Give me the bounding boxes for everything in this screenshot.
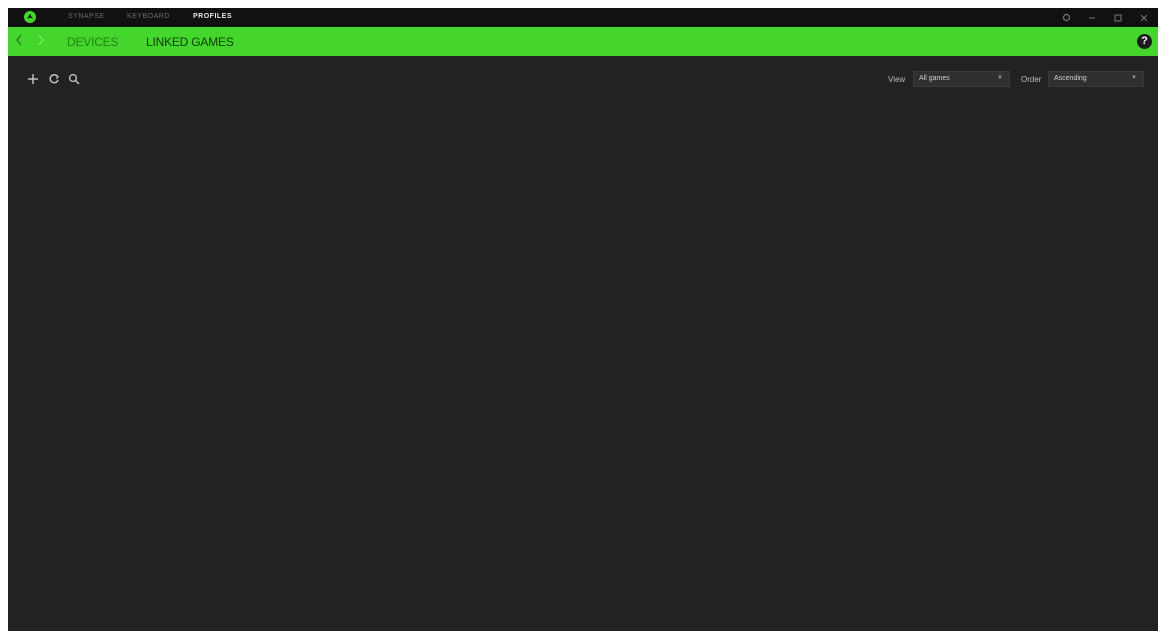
tab-linked-games[interactable]: LINKED GAMES <box>146 35 234 49</box>
view-dropdown-value: All games <box>919 75 950 82</box>
settings-icon[interactable] <box>1059 11 1073 24</box>
add-icon[interactable] <box>27 72 41 86</box>
razer-logo-icon[interactable] <box>24 11 36 23</box>
maximize-icon[interactable] <box>1111 11 1125 24</box>
search-icon[interactable] <box>68 72 82 86</box>
order-dropdown-value: Ascending <box>1054 75 1087 82</box>
close-icon[interactable] <box>1137 11 1151 24</box>
tab-synapse[interactable]: SYNAPSE <box>68 13 105 20</box>
help-button[interactable]: ? <box>1137 34 1152 49</box>
minimize-icon[interactable] <box>1085 11 1099 24</box>
refresh-icon[interactable] <box>48 72 62 86</box>
forward-arrow-icon[interactable] <box>36 34 46 48</box>
order-dropdown[interactable]: Ascending ▼ <box>1048 71 1144 87</box>
back-arrow-icon[interactable] <box>14 34 24 48</box>
chevron-down-icon: ▼ <box>997 75 1003 81</box>
tab-keyboard[interactable]: KEYBOARD <box>127 13 170 20</box>
view-dropdown[interactable]: All games ▼ <box>913 71 1010 87</box>
sub-navigation-bar: DEVICES LINKED GAMES ? <box>8 27 1158 56</box>
chevron-down-icon: ▼ <box>1131 75 1137 81</box>
app-window: SYNAPSE KEYBOARD PROFILES DEVICES LINKED… <box>8 8 1158 631</box>
tab-devices[interactable]: DEVICES <box>67 35 118 49</box>
title-bar: SYNAPSE KEYBOARD PROFILES <box>8 8 1158 27</box>
tab-profiles[interactable]: PROFILES <box>193 13 232 20</box>
linked-games-list <box>8 98 1158 631</box>
order-label: Order <box>1021 75 1042 84</box>
view-label: View <box>888 75 906 84</box>
